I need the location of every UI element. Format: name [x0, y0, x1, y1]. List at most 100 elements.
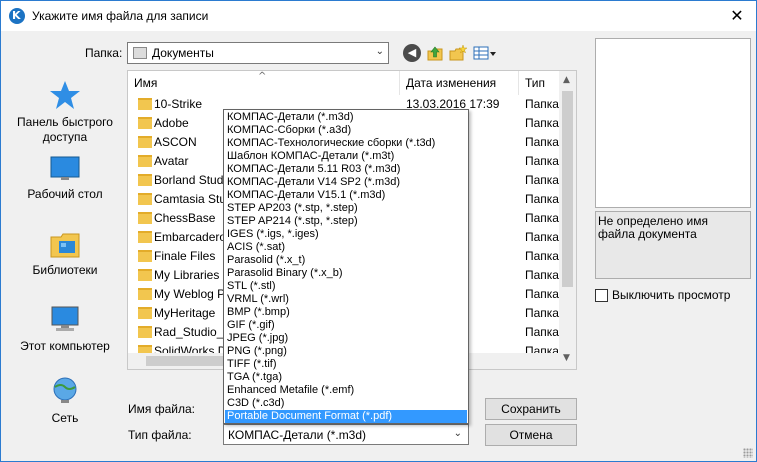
file-type-option[interactable]: Шаблон КОМПАС-Детали (*.m3t): [225, 150, 467, 163]
view-menu-button[interactable]: [473, 44, 497, 62]
places-sidebar: Панель быстрого доступа Рабочий стол Биб…: [8, 71, 122, 453]
file-type-cell: Папка: [525, 230, 559, 244]
file-type-cell: Папка: [525, 192, 559, 206]
folder-select-value: Документы: [152, 46, 214, 60]
chevron-down-icon: ⌄: [453, 428, 462, 439]
file-type-option[interactable]: КОМПАС-Технологические сборки (*.t3d): [225, 137, 467, 150]
up-folder-icon: [427, 46, 443, 61]
view-grid-icon: [473, 46, 496, 60]
cancel-button[interactable]: Отмена: [485, 424, 577, 446]
folder-icon: [138, 250, 152, 262]
file-type-cell: Папка: [525, 97, 559, 111]
column-header-date[interactable]: Дата изменения: [400, 71, 519, 95]
kompas-app-icon: [9, 8, 25, 24]
sidebar-item-label: Рабочий стол: [27, 187, 103, 201]
file-type-option[interactable]: ACIS (*.sat): [225, 241, 467, 254]
vertical-scrollbar[interactable]: ▲ ▼: [559, 71, 576, 369]
resize-grip[interactable]: [743, 448, 753, 458]
file-type-option[interactable]: Enhanced Metafile (*.emf): [225, 384, 467, 397]
folder-icon: [138, 98, 152, 110]
scroll-down-icon[interactable]: ▼: [563, 353, 570, 363]
file-type-select[interactable]: КОМПАС-Детали (*.m3d) ⌄: [223, 424, 469, 445]
star-icon: [50, 81, 80, 109]
folder-icon: [138, 174, 152, 186]
column-header-label: Имя: [134, 76, 158, 90]
file-name-label: Имя файла:: [128, 402, 195, 416]
sidebar-item-label: Панель быстрого доступа: [17, 115, 113, 144]
folder-label: Папка:: [85, 46, 123, 60]
sidebar-item-libraries[interactable]: Библиотеки: [8, 229, 122, 278]
close-button[interactable]: ✕: [726, 6, 748, 26]
sidebar-item-label: Этот компьютер: [20, 339, 110, 353]
file-type-cell: Папка: [525, 306, 559, 320]
file-type-option[interactable]: C3D (*.c3d): [225, 397, 467, 410]
folder-icon: [138, 269, 152, 281]
file-type-option[interactable]: КОМПАС-Сборки (*.a3d): [225, 124, 467, 137]
column-header-type[interactable]: Тип: [519, 71, 561, 95]
save-button[interactable]: Сохранить: [485, 398, 577, 420]
file-type-option[interactable]: Portable Document Format (*.pdf): [225, 410, 467, 423]
file-type-cell: Папка: [525, 325, 559, 339]
file-type-option[interactable]: Parasolid Binary (*.x_b): [225, 267, 467, 280]
file-type-cell: Папка: [525, 173, 559, 187]
folder-icon: [138, 212, 152, 224]
file-type-option[interactable]: IGES (*.igs, *.iges): [225, 228, 467, 241]
documents-folder-icon: [133, 47, 147, 59]
network-icon: [53, 377, 77, 403]
folder-select[interactable]: Документы ⌄: [127, 42, 389, 64]
preview-message: Не определено имя файла документа: [595, 211, 751, 279]
sidebar-item-label: Библиотеки: [32, 263, 98, 277]
up-folder-button[interactable]: [426, 44, 444, 62]
scroll-up-icon[interactable]: ▲: [563, 75, 570, 85]
new-folder-button[interactable]: [449, 44, 468, 62]
file-type-option[interactable]: VRML (*.wrl): [225, 293, 467, 306]
folder-icon: [138, 231, 152, 243]
save-file-dialog: Укажите имя файла для записи ✕ Папка: До…: [0, 0, 757, 462]
folder-icon: [138, 326, 152, 338]
sort-ascending-icon: ^: [258, 71, 267, 82]
file-type-cell: Папка: [525, 135, 559, 149]
folder-icon: [138, 193, 152, 205]
scroll-thumb[interactable]: [562, 91, 573, 287]
file-type-option[interactable]: КОМПАС-Детали V14 SP2 (*.m3d): [225, 176, 467, 189]
file-type-cell: Папка: [525, 116, 559, 130]
file-type-option[interactable]: Parasolid (*.x_t): [225, 254, 467, 267]
file-type-dropdown-list: КОМПАС-Детали (*.m3d) КОМПАС-Сборки (*.a3…: [223, 109, 469, 424]
file-type-option[interactable]: BMP (*.bmp): [225, 306, 467, 319]
file-type-cell: Папка: [525, 249, 559, 263]
file-type-option[interactable]: КОМПАС-Детали V15.1 (*.m3d): [225, 189, 467, 202]
folder-icon: [138, 136, 152, 148]
title-bar: Укажите имя файла для записи ✕: [1, 1, 756, 31]
folder-icon: [138, 117, 152, 129]
chevron-down-icon: ⌄: [375, 46, 384, 57]
back-button[interactable]: ◀: [403, 44, 421, 62]
sidebar-item-quick-access[interactable]: Панель быстрого доступа: [8, 79, 122, 145]
desktop-icon: [50, 156, 80, 180]
sidebar-item-desktop[interactable]: Рабочий стол: [8, 155, 122, 202]
file-type-option[interactable]: КОМПАС-Детали (*.m3d): [225, 111, 467, 124]
file-type-option[interactable]: PNG (*.png): [225, 345, 467, 358]
file-type-cell: Папка: [525, 287, 559, 301]
sidebar-item-label: Сеть: [51, 411, 79, 425]
file-type-cell: Папка: [525, 211, 559, 225]
file-type-option[interactable]: JPEG (*.jpg): [225, 332, 467, 345]
computer-icon: [51, 306, 79, 331]
file-type-cell: Папка: [525, 154, 559, 168]
file-type-option[interactable]: STL (*.stl): [225, 280, 467, 293]
new-folder-icon: [449, 44, 468, 61]
window-title: Укажите имя файла для записи: [32, 9, 209, 23]
sidebar-item-network[interactable]: Сеть: [8, 375, 122, 426]
file-type-option[interactable]: STEP AP214 (*.stp, *.step): [225, 215, 467, 228]
folder-icon: [138, 307, 152, 319]
file-type-option[interactable]: STEP AP203 (*.stp, *.step): [225, 202, 467, 215]
file-type-option[interactable]: TIFF (*.tif): [225, 358, 467, 371]
disable-preview-checkbox[interactable]: [595, 289, 608, 302]
file-type-option[interactable]: КОМПАС-Детали 5.11 R03 (*.m3d): [225, 163, 467, 176]
file-type-option[interactable]: TGA (*.tga): [225, 371, 467, 384]
file-type-option[interactable]: GIF (*.gif): [225, 319, 467, 332]
folder-icon: [138, 155, 152, 167]
disable-preview-label[interactable]: Выключить просмотр: [612, 288, 730, 302]
column-header-name[interactable]: Имя ^: [128, 71, 400, 95]
libraries-icon: [50, 233, 80, 258]
sidebar-item-this-pc[interactable]: Этот компьютер: [8, 305, 122, 354]
